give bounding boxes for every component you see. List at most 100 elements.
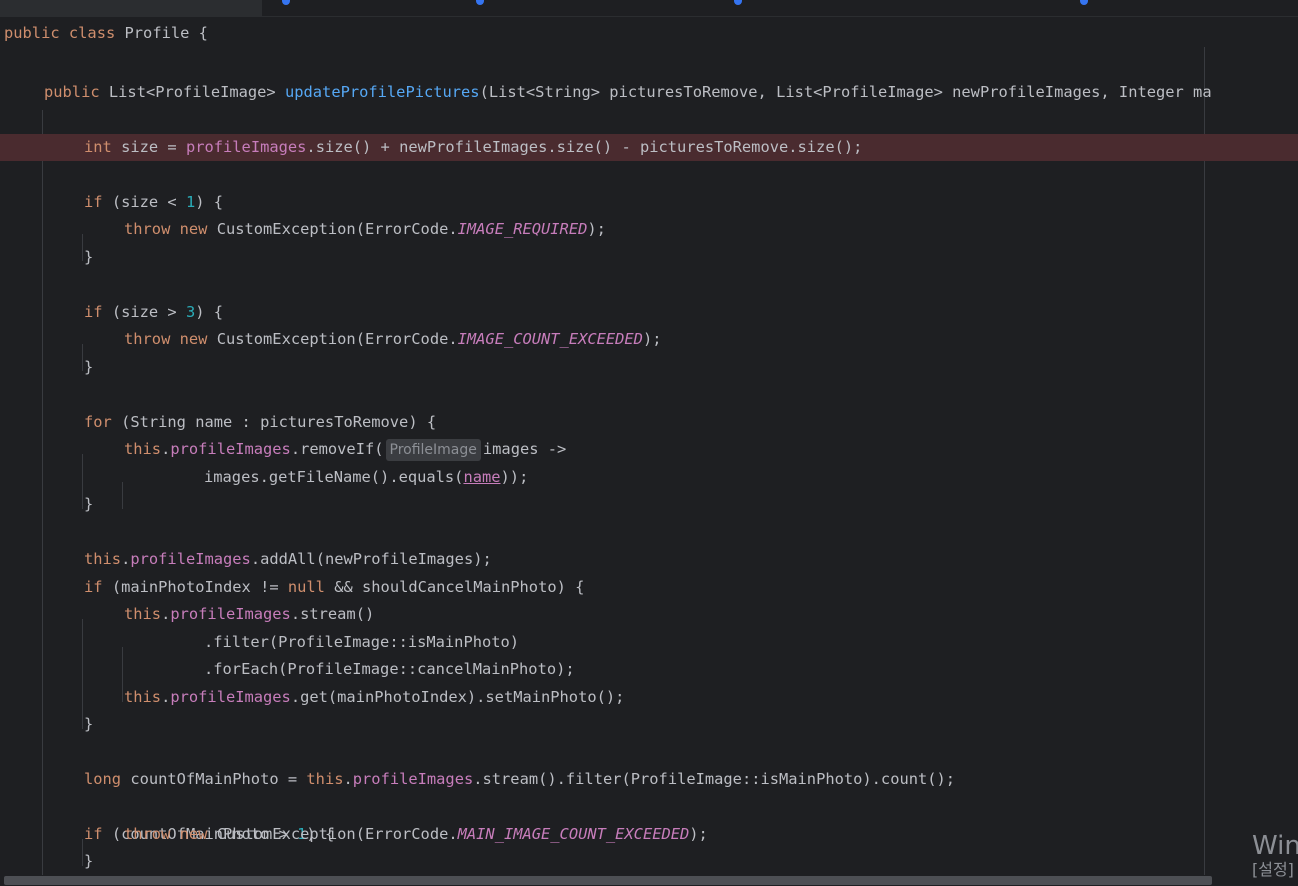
enum-constant: IMAGE_REQUIRED (457, 220, 588, 238)
number-literal: 1 (185, 193, 196, 211)
editor-tab-bar (0, 0, 1298, 17)
code-line-if-main-photo-index[interactable]: if (mainPhotoIndex != null && shouldCanc… (84, 574, 584, 601)
code-text: && shouldCancelMainPhoto) { (324, 578, 585, 596)
keyword: this (84, 550, 122, 568)
code-line-close-brace[interactable]: } (84, 848, 93, 875)
indent-guide (42, 110, 43, 875)
code-text: ); (587, 220, 606, 238)
brace: } (84, 715, 94, 733)
code-text: .size() + newProfileImages.size() - pict… (306, 138, 863, 156)
code-line-close-brace[interactable]: } (84, 491, 93, 518)
method-name: updateProfilePictures (284, 83, 480, 101)
code-line-equals[interactable]: images.getFileName().equals(name)); (204, 464, 528, 491)
keyword: long (84, 770, 122, 788)
code-line-if-size-gt[interactable]: if (size > 3) { (84, 299, 223, 326)
code-line-remove-if[interactable]: this.profileImages.removeIf(ProfileImage… (124, 436, 566, 463)
indent-guide (82, 619, 83, 729)
enum-constant: IMAGE_COUNT_EXCEEDED (457, 330, 643, 348)
keyword: new (179, 825, 208, 843)
code-line-close-brace[interactable]: } (84, 244, 93, 271)
code-text: (size < (102, 193, 186, 211)
code-line-close-brace[interactable]: } (84, 711, 93, 738)
keyword: if (84, 825, 103, 843)
code-line-add-all[interactable]: this.profileImages.addAll(newProfileImag… (84, 546, 492, 573)
keyword: new (179, 220, 208, 238)
code-text: . (161, 688, 171, 706)
code-text: CustomException(ErrorCode. (207, 825, 458, 843)
indent-guide (82, 344, 83, 371)
code-text: .stream().filter(ProfileImage::isMainPho… (473, 770, 956, 788)
field-reference: profileImages (352, 770, 474, 788)
code-text: ); (642, 330, 662, 348)
code-text: .removeIf( (290, 440, 384, 458)
code-text: ) { (195, 303, 224, 321)
tab-modified-dot-icon (282, 0, 290, 5)
code-line-count-main-photo[interactable]: long countOfMainPhoto = this.profileImag… (84, 766, 955, 793)
code-text: (size > (102, 303, 186, 321)
tab-modified-dot-icon (476, 0, 484, 5)
code-text: )); (500, 468, 529, 486)
keyword: public (4, 24, 60, 42)
parameter-type-hint: ProfileImage (385, 439, 481, 461)
keyword: throw (124, 825, 171, 843)
code-line-method-declaration[interactable]: public List<ProfileImage> updateProfileP… (44, 79, 1212, 106)
indent-guide (122, 482, 123, 509)
keyword: this (124, 688, 162, 706)
keyword: for (84, 413, 112, 431)
scrollbar-thumb[interactable] (4, 876, 1212, 885)
code-text: .get(mainPhotoIndex).setMainPhoto(); (290, 688, 625, 706)
keyword: int (84, 138, 112, 156)
brace: } (84, 495, 94, 513)
code-text: (mainPhotoIndex != (102, 578, 288, 596)
code-line-set-main-photo[interactable]: this.profileImages.get(mainPhotoIndex).s… (124, 684, 624, 711)
code-text: images -> (482, 440, 567, 458)
field-reference: profileImages (130, 550, 251, 568)
code-text: . (121, 550, 131, 568)
field-reference: profileImages (185, 138, 307, 156)
code-editor[interactable]: public class Profile { public List<Profi… (0, 17, 1298, 875)
code-line-size[interactable]: int size = profileImages.size() + newPro… (84, 134, 862, 161)
tab-modified-dot-icon (1080, 0, 1088, 5)
keyword: public (44, 83, 100, 101)
number-literal: 3 (185, 303, 196, 321)
indent-guide (82, 234, 83, 261)
code-line-for-loop[interactable]: for (String name : picturesToRemove) { (84, 409, 436, 436)
brace: { (198, 24, 208, 42)
keyword: this (124, 440, 162, 458)
code-line-filter[interactable]: .filter(ProfileImage::isMainPhoto) (204, 629, 519, 656)
code-line-for-each[interactable]: .forEach(ProfileImage::cancelMainPhoto); (204, 656, 575, 683)
code-line-throw-image-required[interactable]: throw new CustomException(ErrorCode.IMAG… (124, 216, 606, 243)
return-type: List< (108, 83, 156, 101)
code-line-class-declaration[interactable]: public class Profile { (4, 20, 208, 47)
code-text: CustomException(ErrorCode. (207, 330, 458, 348)
class-name: Profile (124, 24, 190, 42)
code-text: countOfMainPhoto = (121, 770, 307, 788)
code-line-throw-main-image-count-exceeded[interactable]: throw new CustomException(ErrorCode.MAIN… (124, 821, 708, 848)
code-line-close-brace[interactable]: } (84, 354, 93, 381)
horizontal-scrollbar[interactable] (0, 875, 1298, 886)
keyword: this (306, 770, 344, 788)
brace: } (84, 852, 94, 870)
brace: } (84, 248, 94, 266)
code-line-stream[interactable]: this.profileImages.stream() (124, 601, 374, 628)
code-text: ); (689, 825, 708, 843)
code-text: . (161, 605, 171, 623)
active-editor-tab[interactable] (0, 0, 262, 16)
windows-activation-watermark: Win [설정] (1252, 832, 1298, 878)
keyword: if (84, 578, 103, 596)
brace: } (84, 358, 94, 376)
code-line-if-size-lt[interactable]: if (size < 1) { (84, 189, 223, 216)
keyword: throw (124, 330, 171, 348)
field-reference: profileImages (170, 440, 291, 458)
field-reference: profileImages (170, 688, 291, 706)
code-text: . (161, 440, 171, 458)
code-text: . (343, 770, 353, 788)
field-reference: profileImages (170, 605, 291, 623)
keyword: class (68, 24, 116, 42)
keyword: throw (124, 220, 171, 238)
code-line-throw-image-count-exceeded[interactable]: throw new CustomException(ErrorCode.IMAG… (124, 326, 662, 353)
code-text: images.getFileName().equals( (204, 468, 464, 486)
keyword: new (179, 330, 208, 348)
keyword: this (124, 605, 162, 623)
code-text: .filter(ProfileImage::isMainPhoto) (204, 633, 520, 651)
